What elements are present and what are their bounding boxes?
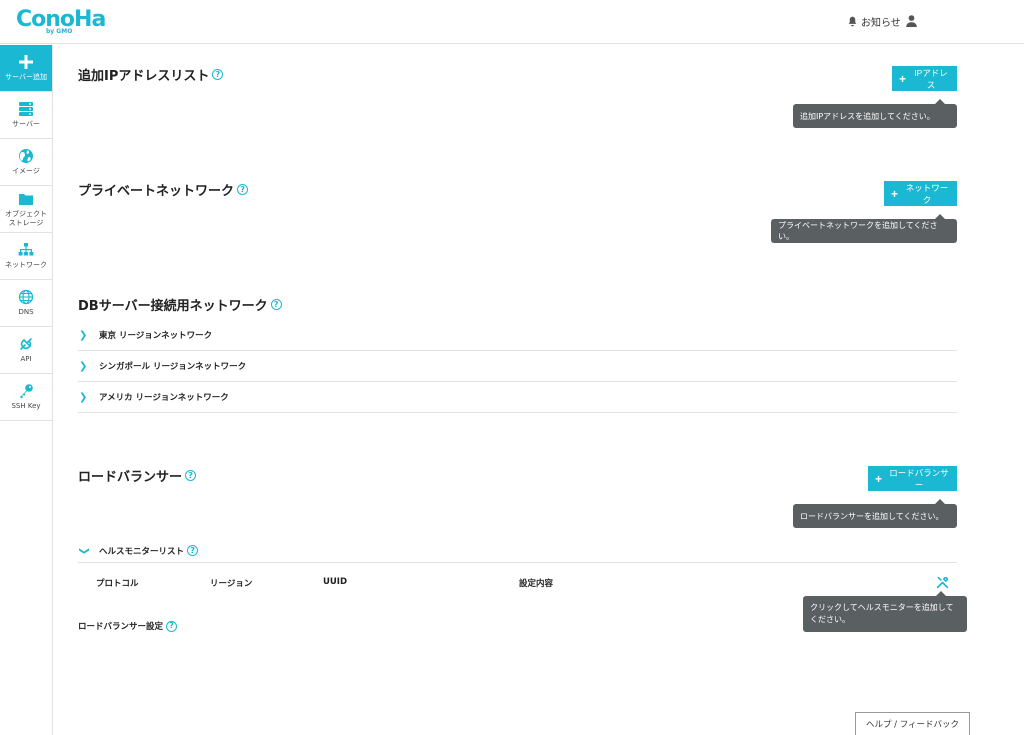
- help-icon[interactable]: ?: [270, 299, 282, 310]
- add-health-monitor-tools-icon[interactable]: [936, 576, 949, 589]
- network-icon: [18, 243, 34, 256]
- add-ip-address-button[interactable]: + IPアドレス: [892, 66, 957, 91]
- section-title-text: DBサーバー接続用ネットワーク: [78, 299, 268, 314]
- button-label: IPアドレス: [914, 67, 948, 90]
- column-header-region: リージョン: [210, 579, 253, 589]
- health-monitor-tooltip: クリックしてヘルスモニターを追加してください。: [803, 591, 967, 632]
- sidebar-item-add-server[interactable]: サーバー追加: [0, 45, 52, 92]
- notice-label: お知らせ: [861, 18, 901, 29]
- plus-icon: +: [899, 71, 907, 86]
- sidebar: サーバー追加 サーバー イメージ オブジェクト ストレージ ネットワーク DNS…: [0, 45, 53, 735]
- globe-image-icon: [19, 149, 33, 163]
- sidebar-item-network[interactable]: ネットワーク: [0, 233, 52, 280]
- chevron-down-icon: ❯: [78, 546, 90, 556]
- tooltip-text: プライベートネットワークを追加してください。: [778, 221, 938, 241]
- user-icon[interactable]: [905, 14, 918, 27]
- sidebar-item-server[interactable]: サーバー: [0, 92, 52, 139]
- region-network-label: 東京 リージョンネットワーク: [99, 331, 213, 341]
- health-monitor-header[interactable]: ❯ ヘルスモニターリスト ?: [78, 539, 957, 563]
- region-network-label: シンガポール リージョンネットワーク: [99, 362, 247, 372]
- api-icon: [20, 338, 32, 350]
- section-title-text: 追加IPアドレスリスト: [78, 69, 210, 84]
- folder-icon: [19, 193, 33, 205]
- chevron-right-icon: ❯: [79, 360, 88, 372]
- dns-globe-icon: [18, 289, 34, 305]
- column-header-settings: 設定内容: [519, 579, 554, 589]
- help-icon[interactable]: ?: [187, 545, 199, 556]
- region-network-row-tokyo[interactable]: ❯ 東京 リージョンネットワーク: [78, 320, 957, 351]
- plus-icon: +: [875, 471, 883, 486]
- sidebar-item-object-storage[interactable]: オブジェクト ストレージ: [0, 186, 52, 233]
- column-header-protocol: プロトコル: [96, 579, 139, 589]
- sub-title-text: ロードバランサー設定: [78, 622, 164, 632]
- top-bar: ConoHa by GMO お知らせ: [0, 0, 1024, 44]
- tooltip-text: ロードバランサーを追加してください。: [800, 511, 944, 521]
- sidebar-item-label: オブジェクト ストレージ: [5, 209, 47, 227]
- add-network-button[interactable]: + ネットワーク: [884, 181, 957, 206]
- region-network-label: アメリカ リージョンネットワーク: [99, 393, 229, 403]
- help-icon[interactable]: ?: [212, 69, 224, 80]
- sidebar-item-label: SSH Key: [11, 402, 41, 410]
- plus-icon: [19, 55, 33, 69]
- private-network-section-title: プライベートネットワーク ?: [78, 180, 249, 199]
- region-network-row-singapore[interactable]: ❯ シンガポール リージョンネットワーク: [78, 351, 957, 382]
- section-title-text: ロードバランサー: [78, 470, 183, 485]
- key-icon: [20, 384, 33, 399]
- server-icon: [19, 102, 33, 116]
- sidebar-item-label: ネットワーク: [5, 261, 47, 269]
- sidebar-item-label: サーバー追加: [5, 73, 47, 81]
- conoha-logo[interactable]: ConoHa by GMO: [16, 8, 106, 36]
- ip-address-tooltip: 追加IPアドレスを追加してください。: [793, 99, 957, 128]
- load-balancer-section-title: ロードバランサー ?: [78, 466, 197, 485]
- help-icon[interactable]: ?: [237, 184, 249, 195]
- logo-sub: by GMO: [46, 28, 73, 35]
- private-network-tooltip: プライベートネットワークを追加してください。: [771, 214, 957, 243]
- sidebar-item-api[interactable]: API: [0, 327, 52, 374]
- main-content: 追加IPアドレスリスト ? + IPアドレス 追加IPアドレスを追加してください…: [53, 45, 1024, 735]
- tooltip-text: クリックしてヘルスモニターを追加してください。: [810, 603, 954, 624]
- feedback-label: ヘルプ / フィードバック: [865, 720, 960, 730]
- db-network-section-title: DBサーバー接続用ネットワーク ?: [78, 295, 282, 314]
- region-network-row-america[interactable]: ❯ アメリカ リージョンネットワーク: [78, 382, 957, 413]
- sidebar-item-label: DNS: [18, 308, 34, 316]
- notice-button[interactable]: お知らせ: [847, 14, 901, 29]
- sidebar-item-label: サーバー: [12, 120, 40, 128]
- plus-icon: +: [891, 186, 899, 201]
- add-load-balancer-button[interactable]: + ロードバランサー: [868, 466, 957, 491]
- chevron-right-icon: ❯: [79, 329, 88, 341]
- column-header-uuid: UUID: [323, 577, 348, 587]
- sidebar-item-ssh-key[interactable]: SSH Key: [0, 374, 52, 421]
- help-icon[interactable]: ?: [166, 620, 178, 632]
- button-label: ロードバランサー: [889, 467, 949, 490]
- chevron-right-icon: ❯: [79, 391, 88, 403]
- load-balancer-tooltip: ロードバランサーを追加してください。: [793, 499, 957, 528]
- sidebar-item-label: API: [20, 355, 32, 363]
- sidebar-item-label: イメージ: [12, 167, 40, 175]
- tooltip-text: 追加IPアドレスを追加してください。: [800, 111, 935, 121]
- ip-address-section-title: 追加IPアドレスリスト ?: [78, 65, 224, 84]
- sidebar-item-dns[interactable]: DNS: [0, 280, 52, 327]
- load-balancer-settings-title: ロードバランサー設定 ?: [78, 620, 178, 632]
- button-label: ネットワーク: [905, 182, 949, 205]
- sidebar-item-image[interactable]: イメージ: [0, 139, 52, 186]
- health-monitor-title: ヘルスモニターリスト: [99, 546, 185, 557]
- help-feedback-tab[interactable]: ヘルプ / フィードバック: [855, 712, 970, 735]
- section-title-text: プライベートネットワーク: [78, 184, 235, 199]
- help-icon[interactable]: ?: [185, 470, 197, 481]
- bell-icon: [848, 16, 857, 27]
